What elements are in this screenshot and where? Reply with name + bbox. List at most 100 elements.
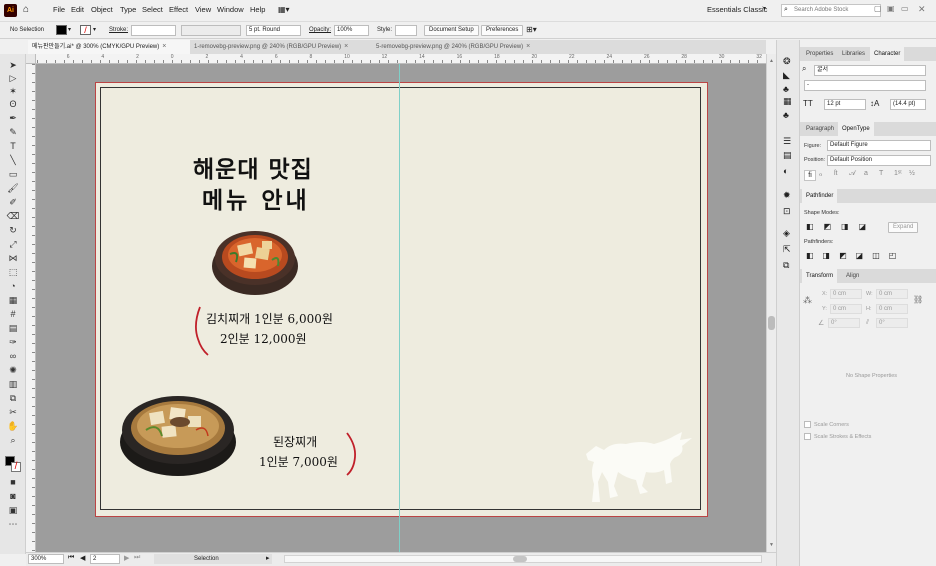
h-field[interactable]: 0 cm: [876, 304, 908, 314]
slice-tool-icon[interactable]: ✂: [6, 406, 20, 418]
opacity-label[interactable]: Opacity:: [309, 27, 331, 33]
scroll-thumb[interactable]: [513, 556, 527, 562]
image-trace-icon[interactable]: ⊡: [783, 206, 791, 217]
first-page-icon[interactable]: ⏮: [68, 554, 74, 562]
paintbrush-tool-icon[interactable]: 🖌: [6, 182, 20, 194]
stroke-weight-field[interactable]: [131, 25, 176, 36]
position-select[interactable]: Default Position: [827, 155, 931, 166]
menu-title-line1[interactable]: 해운대 맛집: [193, 150, 313, 184]
prev-page-icon[interactable]: ◀: [80, 554, 85, 562]
gradient-panel-icon[interactable]: ▤: [783, 150, 792, 161]
kimchi-stew-image[interactable]: [210, 224, 300, 296]
rectangle-tool-icon[interactable]: ▭: [6, 168, 20, 180]
scale-tool-icon[interactable]: ⤢: [6, 238, 20, 250]
free-transform-tool-icon[interactable]: ⬚: [6, 266, 20, 278]
stock-search-input[interactable]: ⌕ Search Adobe Stock: [781, 4, 881, 17]
rotate-field[interactable]: 0°: [828, 318, 860, 328]
eyedropper-tool-icon[interactable]: ✑: [6, 336, 20, 348]
artboard[interactable]: 해운대 맛집 메뉴 안내 김치찌개 1인분 6,000원 2인분 12,000원…: [95, 82, 708, 517]
graphic-style-swatch[interactable]: [395, 25, 417, 36]
menu-view[interactable]: View: [195, 5, 211, 14]
kimchi-stew-price-2[interactable]: 2인분 12,000원: [220, 330, 307, 347]
zoom-tool-icon[interactable]: ⌕: [6, 434, 20, 446]
x-field[interactable]: 0 cm: [830, 289, 862, 299]
menu-file[interactable]: File: [53, 5, 65, 14]
swatches-icon[interactable]: ▦: [783, 96, 792, 107]
gradient-tool-icon[interactable]: ▤: [6, 322, 20, 334]
fractions-icon[interactable]: ½: [909, 170, 921, 181]
leading-field[interactable]: (14.4 pt): [890, 99, 926, 110]
next-page-icon[interactable]: ▶: [124, 554, 129, 562]
figure-select[interactable]: Default Figure: [827, 140, 931, 151]
minimize-icon[interactable]: ▢: [874, 4, 882, 13]
artboards-icon[interactable]: ⧉: [783, 260, 789, 271]
font-style-field[interactable]: -: [804, 80, 926, 91]
brush-definition[interactable]: 5 pt. Round: [246, 25, 301, 36]
hand-tool-icon[interactable]: ✋: [6, 420, 20, 432]
search-icon[interactable]: ⌕: [802, 64, 806, 74]
transparency-icon[interactable]: ◐: [783, 166, 788, 176]
tab-paragraph[interactable]: Paragraph: [802, 122, 838, 136]
perspective-grid-tool-icon[interactable]: ▦: [6, 294, 20, 306]
doenjang-stew-image[interactable]: [118, 386, 238, 478]
shape-mode-buttons[interactable]: ◧◩◨◪: [806, 222, 876, 231]
stylistic-alternates-icon[interactable]: a: [864, 170, 876, 181]
tab-document-1[interactable]: 메뉴판만들기.ai* @ 300% (CMYK/GPU Preview) ×: [28, 40, 190, 54]
home-icon[interactable]: ⌂: [23, 4, 29, 15]
kimchi-stew-price-1[interactable]: 김치찌개 1인분 6,000원: [206, 310, 333, 327]
bull-silhouette-image[interactable]: [582, 426, 694, 504]
swash-icon[interactable]: 𝒜: [849, 170, 861, 181]
magic-wand-tool-icon[interactable]: ✶: [6, 85, 20, 97]
standard-ligatures-icon[interactable]: fi: [804, 170, 816, 181]
last-page-icon[interactable]: ⏭: [134, 554, 140, 562]
contextual-alternates-icon[interactable]: ℴ: [819, 170, 831, 181]
tab-character[interactable]: Character: [870, 47, 905, 61]
eraser-tool-icon[interactable]: ⌫: [6, 210, 20, 222]
asset-export-icon[interactable]: ⇱: [783, 244, 791, 255]
color-mode-icon[interactable]: ■: [6, 476, 20, 488]
w-field[interactable]: 0 cm: [876, 289, 908, 299]
mesh-tool-icon[interactable]: #: [6, 308, 20, 320]
tab-libraries[interactable]: Libraries: [838, 47, 869, 61]
scroll-thumb[interactable]: [768, 316, 775, 330]
expand-button[interactable]: Expand: [888, 222, 919, 233]
pathfinder-buttons[interactable]: ◧◨◩◪◫◰: [806, 251, 905, 260]
opacity-field[interactable]: 100%: [334, 25, 369, 36]
shape-builder-tool-icon[interactable]: ◔: [6, 280, 20, 292]
artboard-navigation-field[interactable]: 2: [90, 554, 120, 564]
blend-tool-icon[interactable]: ∞: [6, 350, 20, 362]
drawing-mode-icon[interactable]: ◙: [6, 490, 20, 502]
artboard-tool-icon[interactable]: ⧉: [6, 392, 20, 404]
line-tool-icon[interactable]: ╲: [6, 154, 20, 166]
arrange-documents-icon[interactable]: ▦▾: [278, 5, 290, 14]
stroke-label[interactable]: Stroke:: [109, 27, 128, 33]
fill-swatch[interactable]: [56, 25, 67, 35]
tab-align[interactable]: Align: [842, 269, 863, 283]
status-mode[interactable]: Selection: [154, 554, 272, 564]
curvature-tool-icon[interactable]: ✎: [6, 126, 20, 138]
vertical-scrollbar[interactable]: ▲ ▼: [766, 54, 776, 552]
tab-transform[interactable]: Transform: [802, 269, 838, 283]
menu-effect[interactable]: Effect: [169, 5, 188, 14]
scale-corners-checkbox[interactable]: [804, 421, 811, 428]
horizontal-scrollbar[interactable]: [284, 555, 762, 563]
stroke-swatch[interactable]: /: [80, 25, 91, 35]
stroke-color-icon[interactable]: /: [11, 462, 21, 472]
appearance-icon[interactable]: ✹: [783, 190, 791, 201]
canvas[interactable]: 해운대 맛집 메뉴 안내 김치찌개 1인분 6,000원 2인분 12,000원…: [36, 64, 766, 552]
more-tools-icon[interactable]: ⋯: [6, 518, 20, 530]
close-icon[interactable]: ×: [344, 43, 348, 50]
type-tool-icon[interactable]: T: [6, 140, 20, 152]
layers-icon[interactable]: ◈: [783, 228, 790, 239]
graphic-styles-icon[interactable]: ♣: [783, 110, 789, 120]
discretionary-ligatures-icon[interactable]: ſt: [834, 170, 846, 181]
stroke-dropdown-icon[interactable]: ▾: [93, 26, 96, 33]
selection-tool-icon[interactable]: ➤: [6, 59, 20, 71]
menu-type[interactable]: Type: [120, 5, 136, 14]
menu-edit[interactable]: Edit: [71, 5, 84, 14]
tab-properties[interactable]: Properties: [802, 47, 837, 61]
close-icon[interactable]: ✕: [918, 4, 926, 15]
width-tool-icon[interactable]: ⋈: [6, 252, 20, 264]
tab-opentype[interactable]: OpenType: [838, 122, 874, 136]
menu-select[interactable]: Select: [142, 5, 163, 14]
